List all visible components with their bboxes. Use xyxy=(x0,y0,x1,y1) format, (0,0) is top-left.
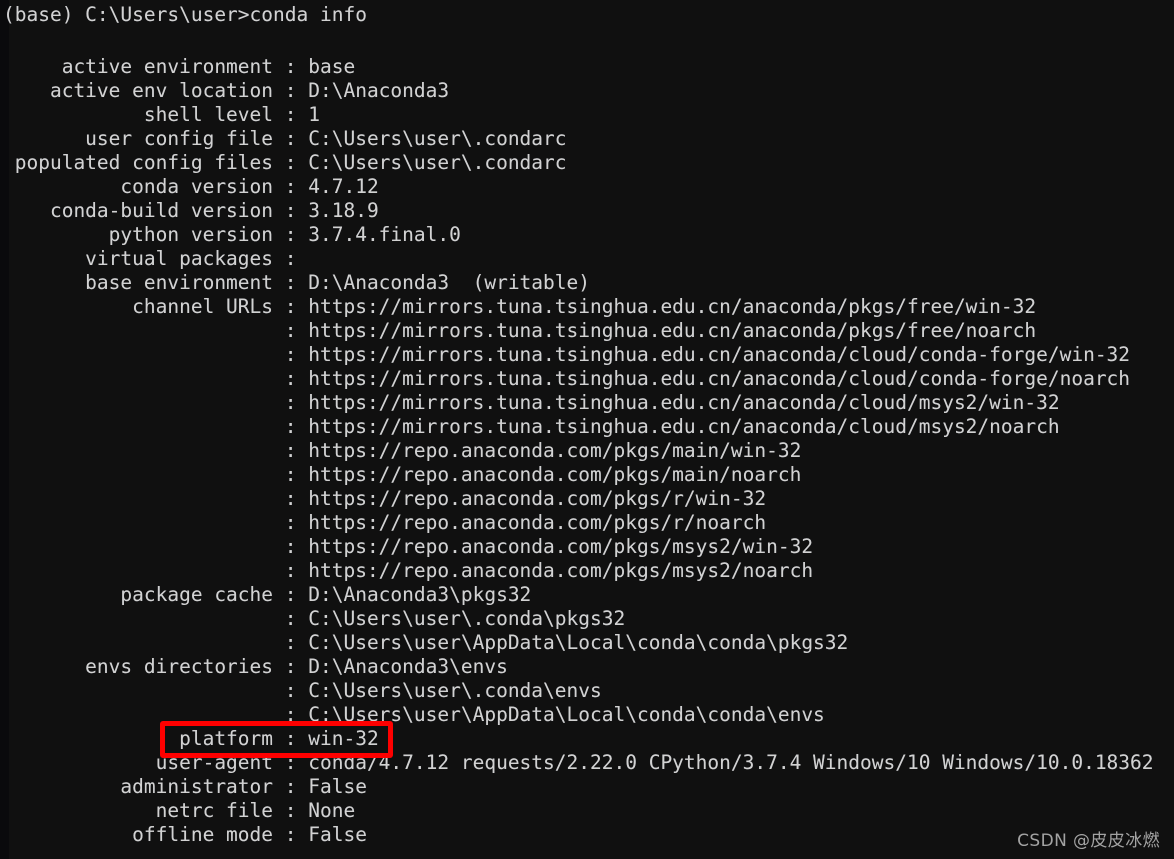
info-row-package-cache: package cache : D:\Anaconda3\pkgs32 xyxy=(3,583,532,606)
terminal-window: (base) C:\Users\user>conda info active e… xyxy=(0,0,1174,859)
info-row-conda-version: conda version : 4.7.12 xyxy=(3,175,379,198)
info-row-conda-build-version: conda-build version : 3.18.9 xyxy=(3,199,379,222)
info-row-continuation: : C:\Users\user\.conda\pkgs32 xyxy=(3,607,626,630)
info-row-continuation: : C:\Users\user\AppData\Local\conda\cond… xyxy=(3,703,825,726)
command-prompt-line: (base) C:\Users\user>conda info xyxy=(3,3,367,26)
info-row-continuation: : C:\Users\user\AppData\Local\conda\cond… xyxy=(3,631,849,654)
csdn-watermark: CSDN @皮皮冰燃 xyxy=(1017,831,1160,851)
info-row-continuation: : https://mirrors.tuna.tsinghua.edu.cn/a… xyxy=(3,367,1131,390)
info-row-continuation: : https://repo.anaconda.com/pkgs/r/win-3… xyxy=(3,487,767,510)
info-row-active-env-location: active env location : D:\Anaconda3 xyxy=(3,79,450,102)
info-row-envs-directories: envs directories : D:\Anaconda3\envs xyxy=(3,655,508,678)
info-row-python-version: python version : 3.7.4.final.0 xyxy=(3,223,461,246)
info-row-continuation: : https://mirrors.tuna.tsinghua.edu.cn/a… xyxy=(3,415,1060,438)
info-row-continuation: : https://repo.anaconda.com/pkgs/main/no… xyxy=(3,463,802,486)
info-row-base-environment: base environment : D:\Anaconda3 (writabl… xyxy=(3,271,590,294)
info-row-populated-config-files: populated config files : C:\Users\user\.… xyxy=(3,151,567,174)
info-row-active-environment: active environment : base xyxy=(3,55,356,78)
info-row-continuation: : C:\Users\user\.conda\envs xyxy=(3,679,602,702)
info-row-continuation: : https://mirrors.tuna.tsinghua.edu.cn/a… xyxy=(3,319,1037,342)
info-row-user-agent: user-agent : conda/4.7.12 requests/2.22.… xyxy=(3,751,1154,774)
info-row-continuation: : https://repo.anaconda.com/pkgs/msys2/n… xyxy=(3,559,814,582)
info-row-continuation: : https://repo.anaconda.com/pkgs/msys2/w… xyxy=(3,535,814,558)
info-row-continuation: : https://repo.anaconda.com/pkgs/r/noarc… xyxy=(3,511,767,534)
info-row-continuation: : https://mirrors.tuna.tsinghua.edu.cn/a… xyxy=(3,391,1060,414)
info-row-continuation: : https://mirrors.tuna.tsinghua.edu.cn/a… xyxy=(3,343,1131,366)
info-row-channel-urls: channel URLs : https://mirrors.tuna.tsin… xyxy=(3,295,1037,318)
info-row-administrator: administrator : False xyxy=(3,775,367,798)
info-row-virtual-packages: virtual packages : xyxy=(3,247,309,270)
info-row-offline-mode: offline mode : False xyxy=(3,823,367,846)
info-row-user-config-file: user config file : C:\Users\user\.condar… xyxy=(3,127,567,150)
info-row-netrc-file: netrc file : None xyxy=(3,799,356,822)
info-row-shell-level: shell level : 1 xyxy=(3,103,320,126)
info-row-platform: platform : win-32 xyxy=(3,727,379,750)
console-output-area[interactable]: (base) C:\Users\user>conda info active e… xyxy=(0,0,1174,859)
info-row-continuation: : https://repo.anaconda.com/pkgs/main/wi… xyxy=(3,439,802,462)
